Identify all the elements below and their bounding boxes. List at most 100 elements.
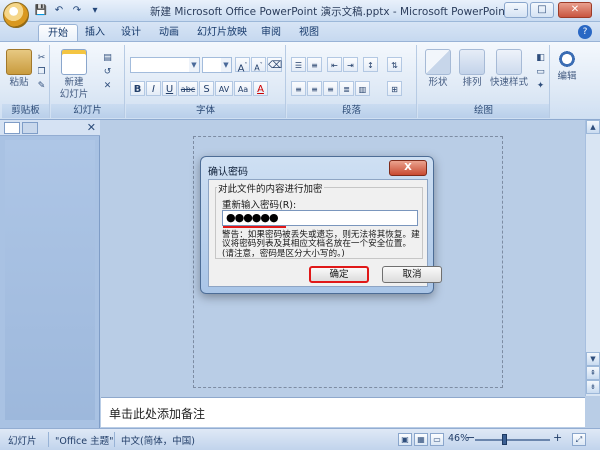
slide-status: 幻灯片 [8,436,37,447]
reset-icon[interactable]: ↺ [101,65,114,77]
normal-view-icon[interactable]: ▣ [398,433,412,446]
encrypt-group-label: 对此文件的内容进行加密 [217,181,324,195]
editing-group: 编辑 [551,45,581,118]
cut-icon[interactable]: ✂ [35,51,48,63]
tab-insert[interactable]: 插入 [76,24,114,42]
editing-button[interactable]: 编辑 [553,49,581,83]
close-window-button[interactable]: ✕ [558,2,592,18]
save-icon[interactable]: 💾 [34,4,48,18]
layout-icon[interactable]: ▤ [101,51,114,63]
new-slide-label: 新建 [64,77,84,88]
shadow-button[interactable]: S [199,81,214,96]
undo-icon[interactable]: ↶ [52,4,66,18]
fit-to-window-icon[interactable]: ⤢ [572,433,586,446]
paragraph-group-label: 段落 [287,104,416,118]
dialog-title: 确认密码 [208,167,248,178]
font-color-button[interactable]: A [253,81,268,96]
scroll-down-icon[interactable]: ▼ [586,352,600,366]
strikethrough-button[interactable]: abc [178,81,198,96]
slides-pane: ✕ [0,120,100,430]
tab-slideshow[interactable]: 幻灯片放映 [188,24,256,42]
slides-tab[interactable] [4,122,20,134]
arrange-button[interactable]: 排列 [456,49,488,89]
slide-sorter-icon[interactable]: ▦ [414,433,428,446]
editing-label: 编辑 [557,71,577,82]
help-icon[interactable]: ? [578,25,592,39]
shrink-font-icon[interactable]: A˅ [251,57,266,73]
char-spacing-button[interactable]: AV [215,81,233,96]
reenter-password-input[interactable]: ●●●●●● [222,210,418,226]
copy-icon[interactable]: ❐ [35,65,48,77]
decrease-indent-icon[interactable]: ⇤ [327,57,342,72]
align-right-icon[interactable]: ≡ [323,81,338,96]
next-slide-icon[interactable]: ⇟ [586,380,600,394]
tab-home[interactable]: 开始 [38,24,78,42]
shape-effects-icon[interactable]: ✦ [534,79,547,91]
font-name-combo[interactable]: ▼ [130,57,200,73]
quick-styles-icon [496,49,522,75]
prev-slide-icon[interactable]: ⇞ [586,366,600,380]
maximize-button[interactable]: □ [530,2,554,18]
notes-pane[interactable]: 单击此处添加备注 [101,397,585,427]
cancel-button[interactable]: 取消 [382,266,442,283]
clear-format-icon[interactable]: ⌫ [267,57,282,72]
italic-button[interactable]: I [146,81,161,96]
drawing-group-label: 绘图 [418,104,549,118]
align-left-icon[interactable]: ≡ [291,81,306,96]
window-title: 新建 Microsoft Office PowerPoint 演示文稿.pptx… [150,6,509,18]
delete-slide-icon[interactable]: ✕ [101,79,114,91]
password-warning-text: 警告：如果密码被丢失或遗忘，则无法将其恢复。建议将密码列表及其相应文档名放在一个… [222,230,420,259]
align-center-icon[interactable]: ≡ [307,81,322,96]
outline-tab[interactable] [22,122,38,134]
notes-placeholder: 单击此处添加备注 [109,407,206,421]
minimize-button[interactable]: – [504,2,528,18]
ok-button[interactable]: 确定 [309,266,369,283]
tab-design[interactable]: 设计 [112,24,150,42]
font-size-combo[interactable]: ▼ [202,57,232,73]
increase-indent-icon[interactable]: ⇥ [343,57,358,72]
vertical-scrollbar[interactable]: ▲ ▼ ⇞ ⇟ [585,120,600,396]
underline-button[interactable]: U [162,81,177,96]
arrange-label: 排列 [462,77,482,88]
close-pane-icon[interactable]: ✕ [87,121,96,134]
format-painter-icon[interactable]: ✎ [35,79,48,91]
dialog-body: 对此文件的内容进行加密 重新输入密码(R): ●●●●●● 警告：如果密码被丢失… [208,179,442,287]
shape-fill-icon[interactable]: ◧ [534,51,547,63]
justify-icon[interactable]: ≣ [339,81,354,96]
line-spacing-icon[interactable]: ↕ [363,57,378,72]
tab-review[interactable]: 审阅 [252,24,290,42]
language-status[interactable]: 中文(简体，中国) [121,433,195,447]
shapes-button[interactable]: 形状 [422,49,454,89]
slideshow-view-icon[interactable]: ▭ [430,433,444,446]
slides-group-label: 幻灯片 [51,104,124,118]
slide-thumbnails[interactable] [5,140,95,420]
smartart-icon[interactable]: ⊞ [387,81,402,96]
redo-icon[interactable]: ↷ [70,4,84,18]
shape-outline-icon[interactable]: ▭ [534,65,547,77]
bullets-icon[interactable]: ☰ [291,57,306,72]
numbering-icon[interactable]: ≡ [307,57,322,72]
paste-button[interactable]: 粘贴 [6,49,32,89]
change-case-button[interactable]: Aa [234,81,252,96]
arrange-icon [459,49,485,75]
columns-icon[interactable]: ▥ [355,81,370,96]
customize-quick-access-icon[interactable]: ▾ [88,4,102,18]
tab-view[interactable]: 视图 [290,24,328,42]
font-group: ▼ ▼ A˄ A˅ ⌫ B I U abc S AV Aa A 字体 [126,45,286,118]
dialog-close-button[interactable]: X [389,160,427,176]
tab-animation[interactable]: 动画 [150,24,188,42]
zoom-out-icon[interactable]: − [466,431,475,444]
office-button[interactable] [3,2,29,28]
ribbon-tabs: 开始 插入 设计 动画 幻灯片放映 审阅 视图 ? [0,22,600,42]
grow-font-icon[interactable]: A˄ [235,57,250,74]
quick-styles-button[interactable]: 快速样式 [486,49,532,89]
zoom-in-icon[interactable]: + [553,431,562,444]
scroll-up-icon[interactable]: ▲ [586,120,600,134]
zoom-slider[interactable] [475,439,550,441]
zoom-slider-thumb[interactable] [501,434,507,445]
quick-styles-label: 快速样式 [489,77,528,88]
text-direction-icon[interactable]: ⇅ [387,57,402,72]
bold-button[interactable]: B [130,81,145,96]
status-separator [48,432,49,447]
clipboard-group: 粘贴 ✂ ❐ ✎ 剪贴板 [2,45,50,118]
